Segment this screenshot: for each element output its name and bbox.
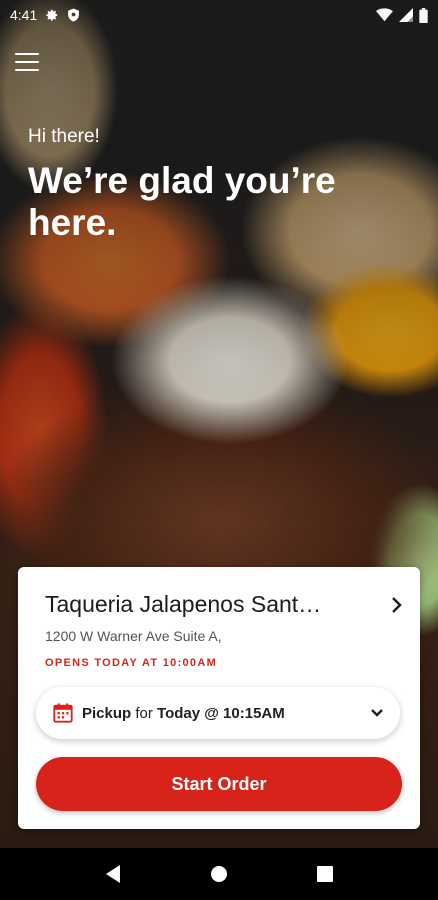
pickup-time: Today @ 10:15AM (157, 704, 285, 722)
home-icon[interactable] (206, 861, 232, 887)
pickup-label: Pickup for Today @ 10:15AM (82, 705, 370, 722)
store-address: 1200 W Warner Ave Suite A, (45, 628, 222, 644)
hamburger-menu-icon[interactable] (14, 50, 40, 74)
recents-icon[interactable] (312, 861, 338, 887)
status-time: 4:41 (10, 7, 38, 23)
greeting-subtitle: Hi there! (28, 126, 100, 147)
signal-icon (399, 8, 413, 22)
shield-icon (67, 8, 80, 22)
calendar-icon (53, 703, 73, 723)
pickup-time-selector[interactable]: Pickup for Today @ 10:15AM (36, 687, 400, 739)
store-name: Taqueria Jalapenos Sant… (45, 591, 322, 617)
wifi-icon (376, 8, 393, 22)
greeting-title: We’re glad you’re here. (28, 160, 336, 243)
chevron-down-icon (371, 709, 383, 717)
start-order-button[interactable]: Start Order (36, 757, 402, 811)
back-icon[interactable] (100, 861, 126, 887)
system-nav-bar (0, 848, 438, 900)
chevron-right-icon[interactable] (389, 595, 405, 615)
pickup-connector: for (131, 704, 158, 722)
greeting: Hi there! We’re glad you’re here. (28, 126, 388, 244)
status-bar: 4:41 (0, 0, 438, 30)
pickup-mode: Pickup (82, 704, 132, 722)
store-row[interactable]: Taqueria Jalapenos Sant… (45, 591, 405, 618)
settings-icon (45, 8, 59, 22)
store-card: Taqueria Jalapenos Sant… 1200 W Warner A… (18, 567, 420, 829)
open-status: OPENS TODAY AT 10:00AM (45, 657, 218, 669)
battery-icon (419, 7, 428, 23)
